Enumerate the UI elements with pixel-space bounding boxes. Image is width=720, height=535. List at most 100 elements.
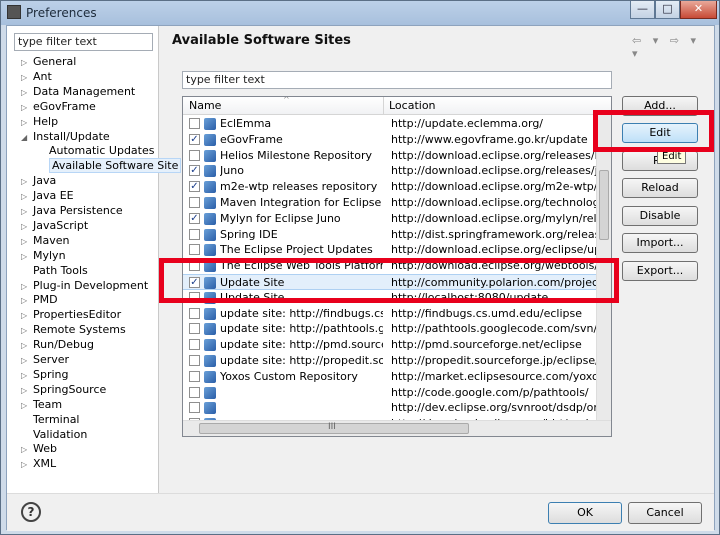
expand-arrow-icon[interactable]: ▷ (21, 55, 33, 70)
site-enabled-checkbox[interactable] (189, 244, 200, 256)
site-enabled-checkbox[interactable] (189, 307, 200, 319)
expand-arrow-icon[interactable]: ▷ (21, 383, 33, 398)
expand-arrow-icon[interactable]: ▷ (21, 70, 33, 85)
maximize-button[interactable]: □ (655, 1, 680, 19)
collapse-arrow-icon[interactable]: ◢ (21, 130, 33, 145)
tree-item[interactable]: ◢ Install/Update (21, 129, 110, 144)
tree-item[interactable]: Terminal (21, 412, 80, 427)
tree-item[interactable]: ▷ Java Persistence (21, 203, 123, 218)
site-enabled-checkbox[interactable] (189, 323, 200, 335)
site-enabled-checkbox[interactable]: ✓ (189, 181, 200, 193)
table-row[interactable]: ✓ Mylyn for Eclipse Juno http://download.e… (183, 211, 596, 227)
help-icon[interactable]: ? (21, 502, 41, 522)
site-enabled-checkbox[interactable] (189, 197, 200, 208)
column-location-header[interactable]: Location (389, 99, 436, 112)
ok-button[interactable]: OK (548, 502, 622, 524)
site-enabled-checkbox[interactable]: ✓ (189, 212, 200, 224)
tree-item[interactable]: ▷ Team (21, 397, 62, 412)
tree-item[interactable]: Available Software Site (49, 158, 182, 174)
tree-filter-input[interactable]: type filter text (14, 33, 153, 51)
tree-item[interactable]: ▷ General (21, 54, 76, 69)
table-row[interactable]: ✓ eGovFrame http://www.egovframe.go.kr/upd… (183, 132, 596, 148)
expand-arrow-icon[interactable]: ▷ (21, 279, 33, 294)
table-row[interactable]: http://dev.eclipse.org/svnroot/dsdp/org.… (183, 400, 596, 416)
expand-arrow-icon[interactable]: ▷ (21, 115, 33, 130)
horizontal-scrollbar[interactable]: III (183, 420, 611, 436)
expand-arrow-icon[interactable]: ▷ (21, 293, 33, 308)
expand-arrow-icon[interactable]: ▷ (21, 249, 33, 264)
expand-arrow-icon[interactable]: ▷ (21, 338, 33, 353)
expand-arrow-icon[interactable]: ▷ (21, 308, 33, 323)
table-row[interactable]: update site: http://findbugs.cs.um... htt… (183, 306, 596, 322)
tree-item[interactable]: ▷ Java EE (21, 188, 74, 203)
expand-arrow-icon[interactable]: ▷ (21, 85, 33, 100)
tree-item[interactable]: ▷ Plug-in Development (21, 278, 148, 293)
tree-item[interactable]: ▷ SpringSource (21, 382, 106, 397)
tree-item[interactable]: ▷ JavaScript (21, 218, 88, 233)
tree-item[interactable]: ▷ Data Management (21, 84, 135, 99)
tree-item[interactable]: Validation (21, 427, 87, 442)
table-row[interactable]: update site: http://pmd.sourceforg... htt… (183, 337, 596, 353)
tree-item[interactable]: ▷ Maven (21, 233, 69, 248)
tree-item[interactable]: Automatic Updates (49, 143, 154, 158)
table-row[interactable]: http://code.google.com/p/pathtools/ (183, 385, 596, 401)
expand-arrow-icon[interactable]: ▷ (21, 174, 33, 189)
expand-arrow-icon[interactable]: ▷ (21, 189, 33, 204)
table-row[interactable]: EclEmma http://update.eclemma.org/ (183, 116, 596, 132)
tree-item[interactable]: ▷ Run/Debug (21, 337, 94, 352)
disable-button[interactable]: Disable (622, 206, 698, 226)
site-enabled-checkbox[interactable] (189, 386, 200, 398)
tree-item[interactable]: ▷ Ant (21, 69, 52, 84)
vertical-scroll-thumb[interactable] (599, 170, 609, 240)
tree-item[interactable]: ▷ Help (21, 114, 58, 129)
sites-filter-input[interactable]: type filter text (182, 71, 612, 89)
site-enabled-checkbox[interactable] (189, 370, 200, 382)
cancel-button[interactable]: Cancel (628, 502, 702, 524)
tree-item[interactable]: ▷ Mylyn (21, 248, 66, 263)
table-row[interactable]: update site: http://propedit.source... ht… (183, 353, 596, 369)
nav-arrows-icon[interactable]: ⇦ ▾ ⇨ ▾ ▾ (632, 34, 714, 60)
tree-item[interactable]: ▷ Web (21, 441, 57, 456)
table-row[interactable]: The Eclipse Project Updates http://downlo… (183, 242, 596, 258)
table-row[interactable]: update site: http://pathtools.googl... ht… (183, 321, 596, 337)
import-button[interactable]: Import... (622, 233, 698, 253)
table-row[interactable]: ✓ m2e-wtp releases repository http://downl… (183, 179, 596, 195)
expand-arrow-icon[interactable]: ▷ (21, 457, 33, 472)
expand-arrow-icon[interactable]: ▷ (21, 368, 33, 383)
site-enabled-checkbox[interactable] (189, 339, 200, 351)
expand-arrow-icon[interactable]: ▷ (21, 234, 33, 249)
expand-arrow-icon[interactable]: ▷ (21, 219, 33, 234)
site-enabled-checkbox[interactable] (189, 149, 200, 161)
expand-arrow-icon[interactable]: ▷ (21, 323, 33, 338)
table-row[interactable]: Yoxos Custom Repository http://market.ecl… (183, 369, 596, 385)
tree-item[interactable]: ▷ Spring (21, 367, 69, 382)
table-row[interactable]: Helios Milestone Repository http://downlo… (183, 148, 596, 164)
tree-item[interactable]: ▷ eGovFrame (21, 99, 96, 114)
close-button[interactable]: ✕ (680, 1, 717, 19)
minimize-button[interactable]: — (630, 1, 655, 19)
site-enabled-checkbox[interactable] (189, 228, 200, 240)
site-enabled-checkbox[interactable] (189, 118, 200, 129)
site-enabled-checkbox[interactable]: ✓ (189, 133, 200, 145)
table-row[interactable]: Maven Integration for Eclipse Upd... http… (183, 195, 596, 211)
reload-button[interactable]: Reload (622, 178, 698, 198)
site-enabled-checkbox[interactable]: ✓ (189, 165, 200, 177)
expand-arrow-icon[interactable]: ▷ (21, 353, 33, 368)
table-row[interactable]: ✓ Juno http://download.eclipse.org/release… (183, 163, 596, 179)
tree-item[interactable]: Path Tools (21, 263, 88, 278)
export-button[interactable]: Export... (622, 261, 698, 281)
tree-item[interactable]: ▷ Remote Systems (21, 322, 126, 337)
tree-item[interactable]: ▷ XML (21, 456, 56, 471)
expand-arrow-icon[interactable]: ▷ (21, 100, 33, 115)
site-enabled-checkbox[interactable] (189, 355, 200, 366)
title-bar[interactable]: Preferences — □ ✕ (1, 1, 719, 25)
tree-item[interactable]: ▷ Java (21, 173, 56, 188)
table-row[interactable]: Spring IDE http://dist.springframework.or… (183, 227, 596, 243)
tree-item[interactable]: ▷ Server (21, 352, 69, 367)
horizontal-scroll-thumb[interactable]: III (199, 422, 469, 434)
column-name-header[interactable]: Name (189, 99, 221, 112)
expand-arrow-icon[interactable]: ▷ (21, 442, 33, 457)
column-divider[interactable] (383, 97, 384, 115)
site-enabled-checkbox[interactable] (189, 402, 200, 414)
expand-arrow-icon[interactable]: ▷ (21, 398, 33, 413)
